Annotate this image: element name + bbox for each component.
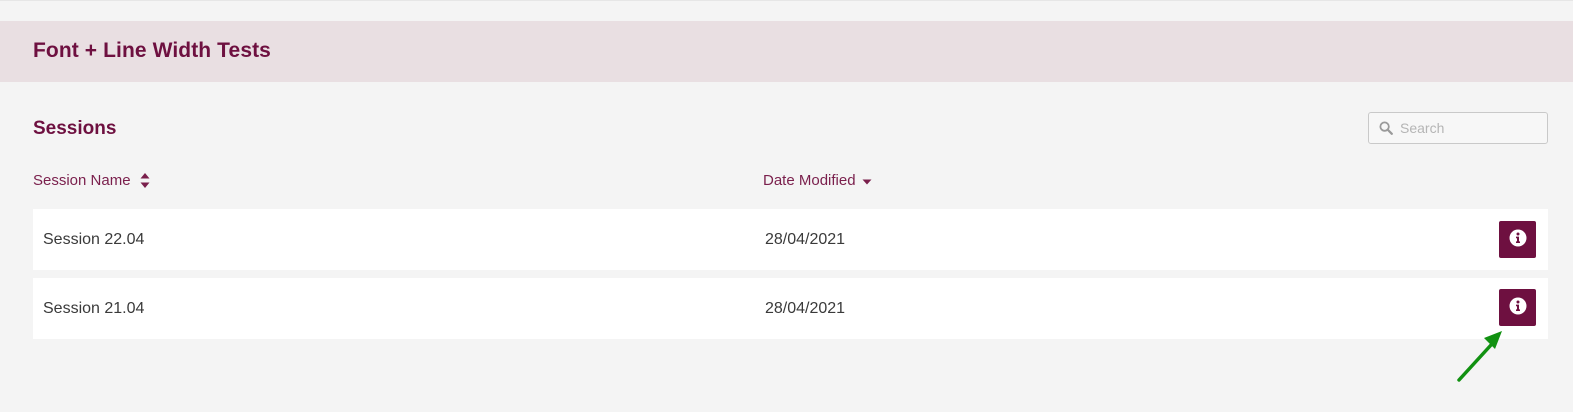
info-icon (1509, 229, 1527, 250)
top-strip (0, 0, 1573, 21)
sort-icon (140, 173, 150, 188)
column-header-date-modified[interactable]: Date Modified (763, 172, 872, 189)
column-header-label: Session Name (33, 172, 131, 189)
caret-down-icon (862, 176, 872, 185)
table-row[interactable]: Session 21.04 28/04/2021 (33, 278, 1548, 339)
date-modified-cell: 28/04/2021 (765, 230, 846, 248)
table-row[interactable]: Session 22.04 28/04/2021 (33, 209, 1548, 270)
column-header-session-name[interactable]: Session Name (33, 172, 150, 189)
info-button[interactable] (1499, 289, 1536, 326)
project-header: Font + Line Width Tests (0, 21, 1573, 82)
column-header-label: Date Modified (763, 172, 856, 189)
search-icon (1372, 113, 1400, 143)
session-name-cell: Session 21.04 (43, 299, 145, 317)
info-icon (1509, 297, 1527, 318)
search-box[interactable] (1368, 112, 1548, 144)
sessions-title: Sessions (33, 118, 117, 139)
session-name-cell: Session 22.04 (43, 230, 145, 248)
project-title: Font + Line Width Tests (33, 39, 271, 62)
page: Font + Line Width Tests Sessions Session… (0, 0, 1573, 412)
arrow-annotation (1450, 325, 1510, 390)
search-input[interactable] (1400, 114, 1540, 142)
date-modified-cell: 28/04/2021 (765, 299, 846, 317)
info-button[interactable] (1499, 221, 1536, 258)
